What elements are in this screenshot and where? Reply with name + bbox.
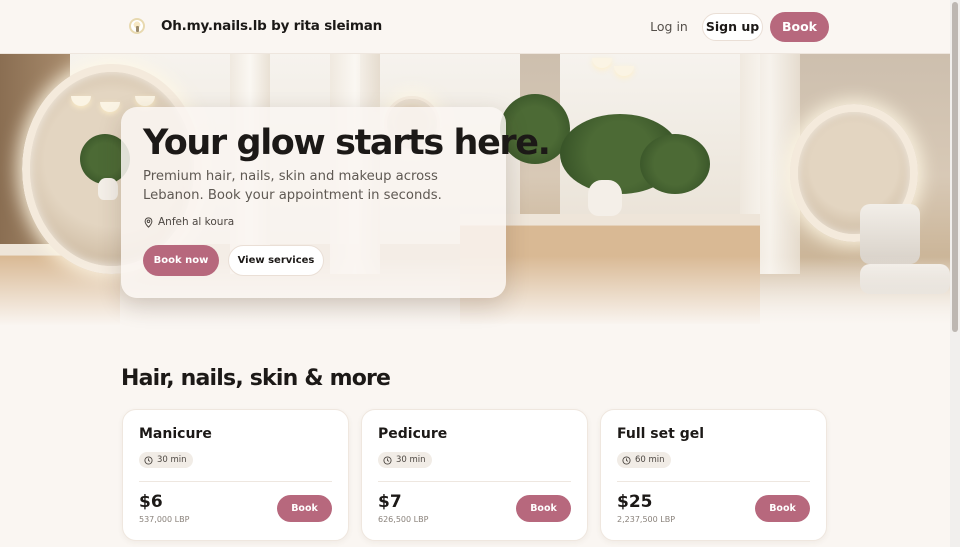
hero-card: Your glow starts here. Premium hair, nai… [121,107,551,298]
service-card-full-set-gel[interactable]: Full set gel 60 min $25 2,237,500 LBP Bo… [600,409,827,541]
clock-icon [622,455,631,465]
location: Anfeh al koura [143,216,234,228]
view-services-button[interactable]: View services [228,245,324,276]
clock-icon [144,455,153,465]
book-button[interactable]: Book [277,495,332,522]
divider [617,481,810,482]
login-link[interactable]: Log in [645,13,693,41]
duration-badge: 30 min [378,452,432,468]
duration-label: 30 min [157,455,187,465]
duration-label: 60 min [635,455,665,465]
divider [378,481,571,482]
duration-badge: 60 min [617,452,671,468]
signup-button[interactable]: Sign up [702,13,763,41]
book-button[interactable]: Book [516,495,571,522]
service-card-pedicure[interactable]: Pedicure 30 min $7 626,500 LBP Book [361,409,588,541]
service-name: Full set gel [617,426,705,442]
page-scrollbar[interactable] [950,0,960,547]
location-label: Anfeh al koura [158,216,235,228]
service-card-manicure[interactable]: Manicure 30 min $6 537,000 LBP Book [122,409,349,541]
divider [139,481,332,482]
service-name: Pedicure [378,426,448,442]
clock-icon [383,455,392,465]
services-heading: Hair, nails, skin & more [121,366,391,391]
price-lbp: 626,500 LBP [378,515,429,524]
price-usd: $6 [139,492,163,512]
price-lbp: 2,237,500 LBP [617,515,676,524]
hero-title: Your glow starts here. [143,123,551,163]
book-button[interactable]: Book [755,495,810,522]
duration-label: 30 min [396,455,426,465]
price-usd: $7 [378,492,402,512]
hero-subtitle: Premium hair, nails, skin and makeup acr… [143,169,442,203]
book-now-button[interactable]: Book now [143,245,219,276]
top-navigation: Oh.my.nails.lb by rita sleiman Log in Si… [0,0,950,54]
header-book-button[interactable]: Book [770,12,829,42]
price-usd: $25 [617,492,653,512]
scrollbar-thumb[interactable] [952,2,958,332]
service-name: Manicure [139,426,212,442]
brand-name[interactable]: Oh.my.nails.lb by rita sleiman [161,18,382,34]
duration-badge: 30 min [139,452,193,468]
logo-icon[interactable] [129,18,145,34]
map-pin-icon [144,216,153,228]
price-lbp: 537,000 LBP [139,515,190,524]
